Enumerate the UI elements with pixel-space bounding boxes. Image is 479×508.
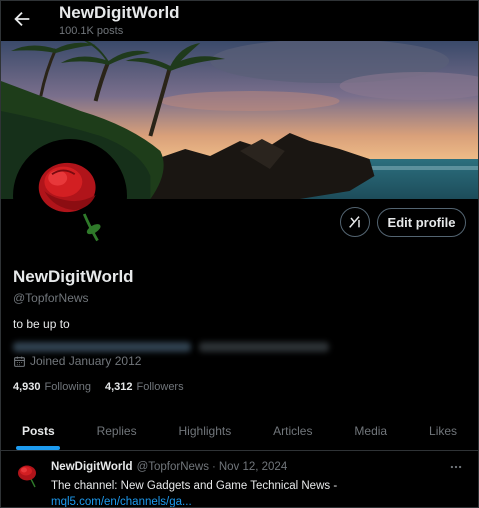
tab-highlights[interactable]: Highlights xyxy=(158,411,253,450)
redacted-link xyxy=(13,342,191,352)
tab-label: Likes xyxy=(429,423,458,438)
joined-date: Joined January 2012 xyxy=(13,354,141,368)
tab-articles[interactable]: Articles xyxy=(252,411,333,450)
profile-handle: @TopforNews xyxy=(13,291,89,305)
tab-media[interactable]: Media xyxy=(333,411,408,450)
followers-label: Followers xyxy=(136,381,184,393)
tab-replies[interactable]: Replies xyxy=(76,411,158,450)
following-link[interactable]: 4,930 Following xyxy=(13,381,91,393)
back-arrow-icon[interactable] xyxy=(11,8,33,30)
redacted-info xyxy=(13,339,333,355)
tab-label: Media xyxy=(354,423,388,438)
profile-name: NewDigitWorld xyxy=(13,267,134,286)
following-label: Following xyxy=(44,381,91,393)
more-icon[interactable] xyxy=(448,459,464,475)
profile-tabs: Posts Replies Highlights Articles Media … xyxy=(1,411,478,451)
grok-button[interactable] xyxy=(340,207,370,237)
profile-page: NewDigitWorld 100.1K posts Edit profile … xyxy=(0,0,479,508)
profile-avatar[interactable] xyxy=(13,139,127,253)
followers-count: 4,312 xyxy=(105,381,133,393)
profile-bio: to be up to xyxy=(13,317,70,331)
grok-icon xyxy=(349,216,360,228)
tab-label: Replies xyxy=(96,423,137,438)
follow-stats: 4,930 Following 4,312 Followers xyxy=(13,381,198,393)
edit-profile-button[interactable]: Edit profile xyxy=(377,208,466,237)
post-author-name[interactable]: NewDigitWorld xyxy=(51,461,133,473)
post-separator: · xyxy=(211,461,216,473)
tab-label: Highlights xyxy=(178,423,232,438)
active-tab-indicator xyxy=(16,446,61,450)
post-text: The channel: New Gadgets and Game Techni… xyxy=(51,480,338,492)
header-title: NewDigitWorld xyxy=(59,3,180,22)
post-avatar[interactable] xyxy=(13,460,43,490)
tab-label: Posts xyxy=(21,423,55,438)
post-item[interactable]: NewDigitWorld @TopforNews · Nov 12, 2024… xyxy=(1,452,478,507)
top-header: NewDigitWorld 100.1K posts xyxy=(1,1,478,41)
following-count: 4,930 xyxy=(13,381,41,393)
tab-label: Articles xyxy=(273,423,313,438)
tab-likes[interactable]: Likes xyxy=(408,411,478,450)
post-date[interactable]: Nov 12, 2024 xyxy=(219,461,287,473)
post-link[interactable]: mql5.com/en/channels/ga... xyxy=(51,496,192,507)
tab-posts[interactable]: Posts xyxy=(1,411,76,450)
post-author-handle[interactable]: @TopforNews xyxy=(137,461,209,473)
joined-text: Joined January 2012 xyxy=(30,354,142,368)
followers-link[interactable]: 4,312 Followers xyxy=(105,381,184,393)
post-header: NewDigitWorld @TopforNews · Nov 12, 2024 xyxy=(51,461,287,473)
calendar-icon xyxy=(14,356,25,367)
redacted-text xyxy=(199,342,329,352)
header-posts-count: 100.1K posts xyxy=(59,25,124,37)
